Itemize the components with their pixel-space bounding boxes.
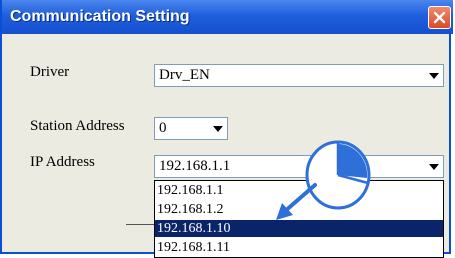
arrow-icon (276, 183, 317, 220)
mouse-click-icon (305, 140, 371, 210)
click-annotation (276, 140, 371, 220)
